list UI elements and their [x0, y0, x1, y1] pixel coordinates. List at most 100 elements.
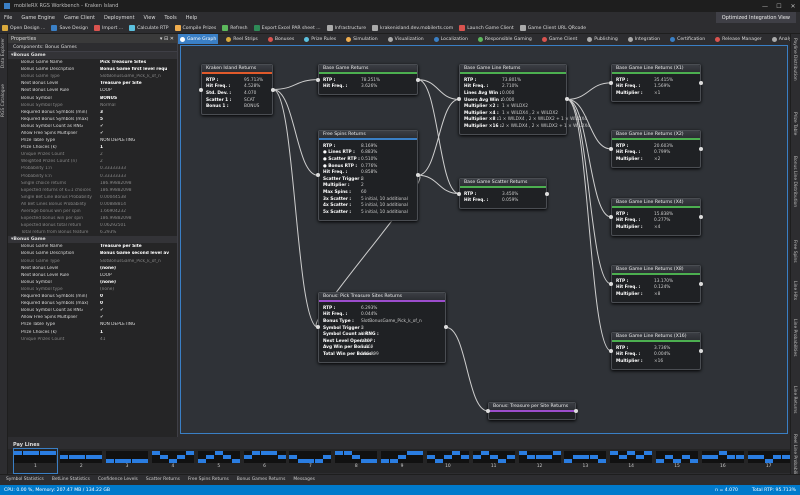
output-port[interactable]	[699, 214, 703, 219]
property-value[interactable]: 0.33333333	[98, 166, 177, 171]
bottom-tab-messages[interactable]: Messages	[293, 477, 315, 482]
right-tab-2[interactable]: Prize Table	[792, 112, 797, 135]
property-row[interactable]: Next Bonus Level Rule LOOP	[8, 87, 177, 94]
output-port[interactable]	[699, 80, 703, 85]
bottom-tab-bonus-games-returns[interactable]: Bonus Games Returns	[237, 477, 286, 482]
payline-8[interactable]: 8	[335, 449, 378, 473]
maximize-icon[interactable]: ☐	[772, 0, 786, 12]
property-value[interactable]: 186.99882098	[98, 188, 177, 193]
toolbar-button-excel[interactable]: Export Excel PAR sheet ...	[253, 25, 321, 31]
property-value[interactable]: Treasure per Site	[98, 81, 177, 86]
menu-deployment[interactable]: Deployment	[104, 15, 135, 21]
property-value[interactable]: 1	[98, 145, 177, 150]
property-row[interactable]: Bonus Symbol type Normal	[8, 102, 177, 109]
graph-node-free[interactable]: Free Spins Returns RTP :8.169% ● Lines RTP…	[318, 130, 418, 221]
right-tab-7[interactable]: Line Returns	[792, 386, 797, 413]
property-value[interactable]: NON DEPLETING	[98, 138, 177, 143]
tab-prize-rules[interactable]: Prize Rules	[302, 34, 338, 44]
property-row[interactable]: Expected Bonus total return 0.06292501	[8, 222, 177, 229]
property-value[interactable]: 1.66904232	[98, 209, 177, 214]
toolbar-button-launch[interactable]: Launch Game Client	[459, 25, 514, 31]
property-value[interactable]: 41	[98, 337, 177, 342]
payline-1[interactable]: 1	[13, 448, 58, 474]
property-value[interactable]: 186.99882098	[98, 216, 177, 221]
payline-13[interactable]: 13	[564, 449, 607, 473]
property-value[interactable]: 6.293%	[98, 230, 177, 235]
menu-file[interactable]: File	[4, 15, 12, 21]
property-value[interactable]: 1	[98, 330, 177, 335]
payline-3[interactable]: 3	[106, 449, 149, 473]
bottom-tab-scatter-returns[interactable]: Scatter Returns	[146, 477, 180, 482]
graph-node-line[interactable]: Base Game Line Returns RTP :73.801% Hit Fr…	[459, 64, 590, 135]
property-value[interactable]: 0.00888814	[98, 202, 177, 207]
graph-node-scatter[interactable]: Base Game Scatter Returns RTP :3.450% Hit …	[459, 178, 547, 210]
input-port[interactable]	[609, 146, 613, 151]
property-value[interactable]: 0	[98, 294, 177, 299]
payline-12[interactable]: 12	[518, 449, 561, 473]
property-section-header[interactable]: ▾ Bonus Game	[8, 236, 177, 244]
property-value[interactable]: 2	[98, 159, 177, 164]
property-row[interactable]: Prize Choices (k) 1	[8, 144, 177, 151]
toolbar-button-globe[interactable]: krakenisland.dev.mobilerts.com	[372, 25, 453, 31]
property-row[interactable]: Expected bonus win per spin 186.99882098	[8, 215, 177, 222]
toolbar-button-refresh[interactable]: Refresh	[222, 25, 248, 31]
property-value[interactable]: (none)	[98, 280, 177, 285]
property-row[interactable]: Bonus Game Name Pick Treasure Sites	[8, 59, 177, 66]
tab-simulation[interactable]: Simulation	[344, 34, 379, 44]
property-value[interactable]: ✔	[98, 131, 177, 136]
property-value[interactable]: NON DEPLETING	[98, 322, 177, 327]
graph-node-x2[interactable]: Base Game Line Returns (X2) RTP :20.603% H…	[611, 130, 701, 168]
tab-localization[interactable]: Localization	[432, 34, 470, 44]
tab-integration[interactable]: Integration	[626, 34, 662, 44]
input-port[interactable]	[609, 214, 613, 219]
property-row[interactable]: Next Bonus Level Treasure per Site	[8, 80, 177, 87]
property-row[interactable]: Bonus Game Description Bonus Game second …	[8, 250, 177, 257]
input-port[interactable]	[199, 87, 203, 92]
tab-rgs-catalogue[interactable]: RGS Catalogue	[1, 84, 6, 117]
property-row[interactable]: Required Bonus Symbols (min) 3	[8, 109, 177, 116]
property-row[interactable]: Allow Free Spins Multiplier ✔	[8, 130, 177, 137]
toolbar-button-import[interactable]: Import ...	[94, 25, 123, 31]
property-value[interactable]: ✔	[98, 315, 177, 320]
payline-17[interactable]: 17	[747, 449, 790, 473]
graph-node-base[interactable]: Base Game Returns RTP :78.251% Hit Freq. :…	[318, 64, 418, 96]
payline-7[interactable]: 7	[289, 449, 332, 473]
property-row[interactable]: Next Bonus Level Rule LOOP	[8, 272, 177, 279]
property-row[interactable]: Prize Table Type NON DEPLETING	[8, 321, 177, 328]
property-value[interactable]: 186.99882098	[98, 181, 177, 186]
property-value[interactable]: 0.33333333	[98, 174, 177, 179]
input-port[interactable]	[609, 348, 613, 353]
tab-responsible-gaming[interactable]: Responsible Gaming	[476, 34, 534, 44]
property-value[interactable]: 3	[98, 110, 177, 115]
output-port[interactable]	[699, 146, 703, 151]
property-value[interactable]: BONUS	[98, 96, 177, 101]
property-row[interactable]: Single choice returns 186.99882098	[8, 180, 177, 187]
bottom-tab-confidence-levels[interactable]: Confidence Levels	[98, 477, 138, 482]
property-section-header[interactable]: ▾ Bonus Game	[8, 52, 177, 59]
menu-game-engine[interactable]: Game Engine	[21, 15, 55, 21]
property-row[interactable]: Bonus Symbol BONUS	[8, 94, 177, 101]
property-value[interactable]: (none)	[98, 266, 177, 271]
payline-15[interactable]: 15	[656, 449, 699, 473]
bottom-tab-free-spins-returns[interactable]: Free Spins Returns	[188, 477, 229, 482]
property-value[interactable]: LOOP	[98, 273, 177, 278]
toolbar-button-calculate[interactable]: Calculate RTP	[129, 25, 169, 31]
property-value[interactable]: SlotBonusGame_Pick_k_of_n	[98, 259, 177, 264]
property-row[interactable]: Weighted Prizes Count (n) 2	[8, 158, 177, 165]
input-port[interactable]	[609, 281, 613, 286]
property-value[interactable]: ✔	[98, 124, 177, 129]
payline-6[interactable]: 6	[243, 449, 286, 473]
tab-certification[interactable]: Certification	[668, 34, 707, 44]
property-row[interactable]: Bonus Symbol type (none)	[8, 286, 177, 293]
property-value[interactable]: Bonus Game second level av	[98, 251, 177, 256]
toolbar-button-qrcode[interactable]: Game Client URL QRcode	[519, 25, 586, 31]
payline-14[interactable]: 14	[610, 449, 653, 473]
right-tab-6[interactable]: Line Probabilities	[792, 319, 797, 356]
property-row[interactable]: Required Bonus Symbols (max) 0	[8, 300, 177, 307]
property-row[interactable]: Allow Free Spins Multiplier ✔	[8, 314, 177, 321]
property-row[interactable]: Bonus Game Type SlotBonusGame_Pick_k_of_n	[8, 258, 177, 265]
toolbar-button-server[interactable]: Infrastructure	[326, 25, 366, 31]
toolbar-button-compile[interactable]: Compile Prizes	[174, 25, 216, 31]
right-tab-1[interactable]: Payline Distribution	[792, 38, 797, 81]
property-value[interactable]: ✔	[98, 308, 177, 313]
